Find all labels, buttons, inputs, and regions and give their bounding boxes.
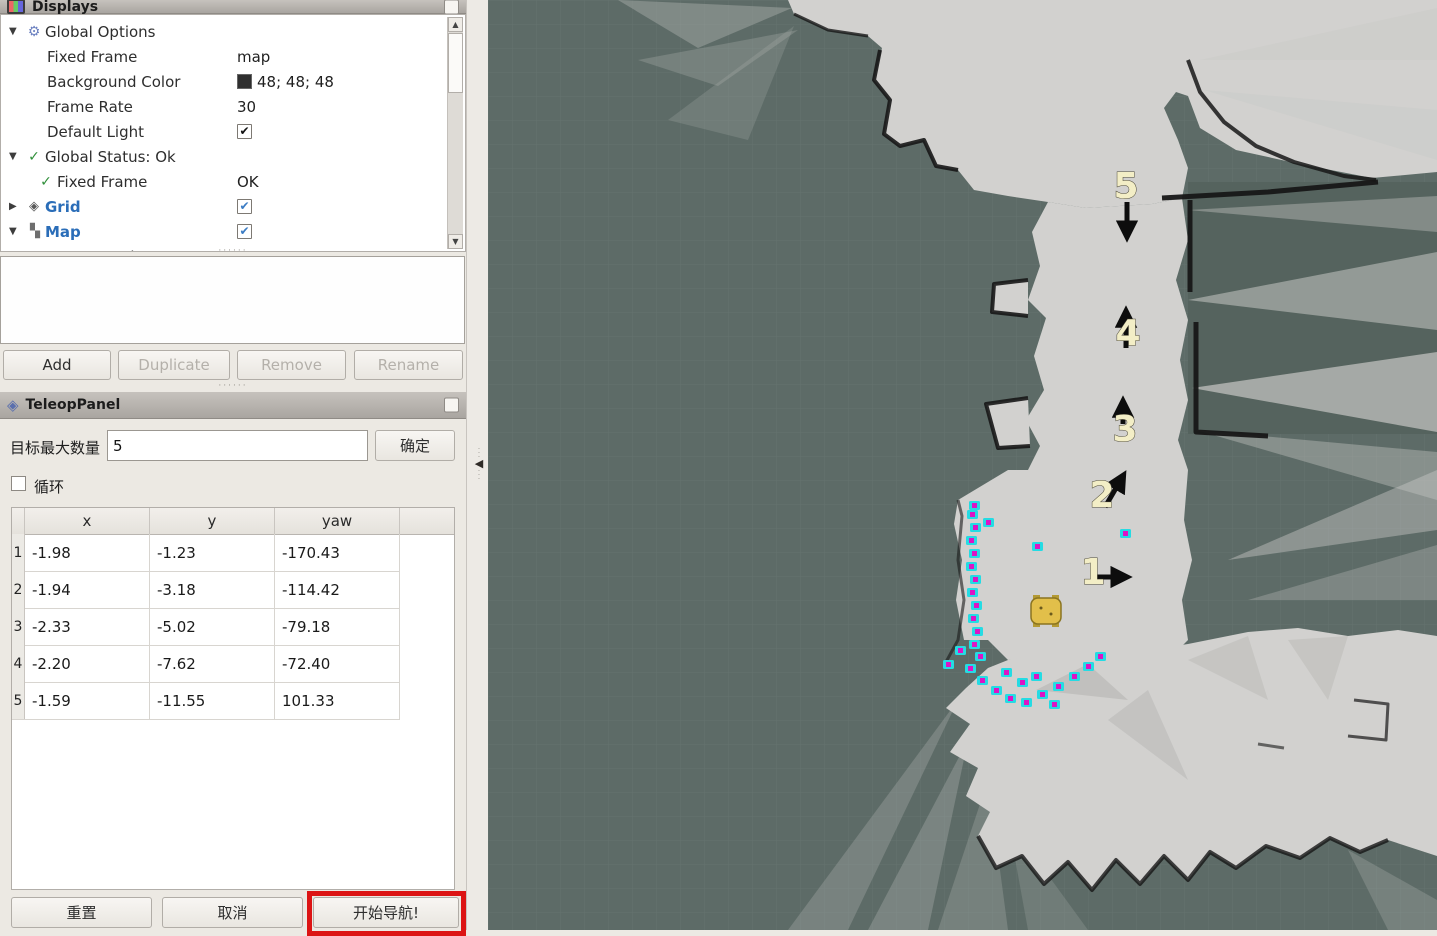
tree-row-global-status[interactable]: ▼ ✓ Global Status: Ok [1, 144, 431, 169]
teleop-panel-title: TeleopPanel [26, 397, 121, 413]
row-number[interactable]: 4 [12, 645, 25, 682]
tree-row-frame-rate[interactable]: Frame Rate 30 [1, 94, 466, 119]
cell-yaw[interactable]: -114.42 [275, 571, 400, 608]
column-header-y[interactable]: y [150, 508, 275, 534]
teleop-float-button[interactable] [444, 398, 459, 413]
waypoint-table[interactable]: x y yaw 1 -1.98 -1.23 -170.43 2 -1.94 -3… [11, 507, 455, 890]
expand-arrow-icon[interactable]: ▼ [9, 226, 23, 237]
teleop-panel-icon: ◈ [7, 398, 19, 413]
scroll-down-icon[interactable]: ▼ [448, 234, 463, 249]
row-number[interactable]: 5 [12, 682, 25, 719]
cell-x[interactable]: -1.98 [25, 534, 150, 571]
expand-arrow-icon[interactable]: ▼ [9, 26, 23, 37]
tree-row-map[interactable]: ▼ ▚ Map ✔ [1, 219, 431, 244]
panel-splitter[interactable]: ······ [0, 249, 466, 255]
waypoint-label-1: 1 [1080, 552, 1105, 593]
occupancy-grid-map: 1 2 3 4 5 [488, 0, 1437, 930]
tree-row-fixed-frame-status[interactable]: ✓ Fixed Frame OK [1, 169, 465, 194]
tree-row-background-color[interactable]: Background Color 48; 48; 48 [1, 69, 466, 94]
cell-yaw[interactable]: -79.18 [275, 608, 400, 645]
cell-x[interactable]: -1.94 [25, 571, 150, 608]
gear-icon: ⚙ [23, 24, 45, 40]
column-header-yaw[interactable]: yaw [275, 508, 400, 534]
panel-map-divider[interactable]: ··· ◀ ··· [466, 0, 489, 930]
expand-arrow-icon[interactable]: ▼ [9, 151, 23, 162]
collapse-handle[interactable]: ··· ◀ ··· [472, 438, 486, 490]
table-row[interactable]: 1 -1.98 -1.23 -170.43 [12, 534, 400, 572]
scrollbar-thumb[interactable] [448, 33, 463, 93]
cancel-button[interactable]: 取消 [162, 897, 303, 928]
duplicate-button[interactable]: Duplicate [118, 350, 230, 380]
status-ok-check-icon: ✓ [23, 149, 45, 165]
max-goals-label: 目标最大数量 [10, 437, 100, 458]
displays-icon [7, 0, 25, 14]
remove-button[interactable]: Remove [237, 350, 346, 380]
collapse-arrow-icon[interactable]: ▶ [9, 201, 23, 212]
corner-header[interactable] [12, 508, 25, 534]
annotation-highlight [307, 891, 466, 936]
tree-row-fixed-frame[interactable]: Fixed Frame map [1, 44, 466, 69]
row-number[interactable]: 1 [12, 534, 25, 571]
cell-y[interactable]: -7.62 [150, 645, 275, 682]
confirm-button[interactable]: 确定 [375, 430, 455, 461]
display-description-box [0, 256, 465, 344]
background-color-value[interactable]: 48; 48; 48 [237, 73, 334, 91]
rviz-window: { "displays_panel": { "title": "Displays… [0, 0, 1437, 930]
cell-yaw[interactable]: 101.33 [275, 682, 400, 719]
reset-button[interactable]: 重置 [11, 897, 152, 928]
add-button[interactable]: Add [3, 350, 111, 380]
table-row[interactable]: 5 -1.59 -11.55 101.33 [12, 682, 400, 720]
tree-row-global-options[interactable]: ▼ ⚙ Global Options [1, 19, 431, 44]
grid-enabled-checkbox[interactable]: ✔ [237, 199, 252, 214]
cell-yaw[interactable]: -170.43 [275, 534, 400, 571]
tree-scrollbar[interactable]: ▲ ▼ [447, 17, 463, 249]
default-light-checkbox[interactable]: ✔ [237, 124, 252, 139]
waypoint-label-2: 2 [1089, 475, 1114, 516]
fixed-frame-value[interactable]: map [237, 48, 270, 66]
column-header-x[interactable]: x [25, 508, 150, 534]
displays-float-button[interactable] [444, 0, 459, 14]
cell-x[interactable]: -1.59 [25, 682, 150, 719]
scroll-up-icon[interactable]: ▲ [448, 17, 463, 32]
cell-y[interactable]: -11.55 [150, 682, 275, 719]
waypoint-label-3: 3 [1112, 409, 1137, 450]
frame-rate-value[interactable]: 30 [237, 98, 256, 116]
displays-panel-title: Displays [32, 0, 98, 15]
grid-display-icon: ◈ [23, 199, 45, 214]
panel-splitter[interactable]: ······ [0, 384, 466, 390]
cell-yaw[interactable]: -72.40 [275, 645, 400, 682]
row-number[interactable]: 3 [12, 608, 25, 645]
table-row[interactable]: 2 -1.94 -3.18 -114.42 [12, 571, 400, 609]
rename-button[interactable]: Rename [354, 350, 463, 380]
cell-y[interactable]: -3.18 [150, 571, 275, 608]
cell-x[interactable]: -2.20 [25, 645, 150, 682]
header-filler [400, 508, 454, 534]
handle-dots: ··· [478, 469, 480, 481]
loop-label: 循环 [34, 476, 64, 497]
tree-row-default-light[interactable]: Default Light ✔ [1, 119, 466, 144]
row-number[interactable]: 2 [12, 571, 25, 608]
waypoint-label-4: 4 [1115, 313, 1140, 354]
table-row[interactable]: 3 -2.33 -5.02 -79.18 [12, 608, 400, 646]
cell-x[interactable]: -2.33 [25, 608, 150, 645]
map-display-icon: ▚ [23, 224, 45, 239]
loop-checkbox[interactable] [11, 476, 26, 491]
cell-y[interactable]: -5.02 [150, 608, 275, 645]
max-goals-input[interactable] [107, 430, 368, 461]
status-ok-check-icon: ✓ [35, 174, 57, 190]
table-row[interactable]: 4 -2.20 -7.62 -72.40 [12, 645, 400, 683]
robot-model [1031, 595, 1061, 627]
map-enabled-checkbox[interactable]: ✔ [237, 224, 252, 239]
teleop-panel-titlebar[interactable]: ◈ TeleopPanel [0, 392, 466, 419]
cell-y[interactable]: -1.23 [150, 534, 275, 571]
rviz-3d-viewport[interactable]: 1 2 3 4 5 [488, 0, 1437, 930]
displays-tree[interactable]: ▼ ⚙ Global Options Fixed Frame map Backg… [0, 14, 466, 252]
left-panel-column: Displays ▼ ⚙ Global Options Fixed Frame … [0, 0, 466, 930]
fixed-frame-status-value: OK [237, 173, 259, 191]
table-header-row: x y yaw [12, 508, 454, 535]
waypoint-label-5: 5 [1113, 166, 1138, 207]
displays-panel-titlebar[interactable]: Displays [0, 0, 466, 14]
color-swatch [237, 74, 252, 89]
tree-row-grid[interactable]: ▶ ◈ Grid ✔ [1, 194, 431, 219]
